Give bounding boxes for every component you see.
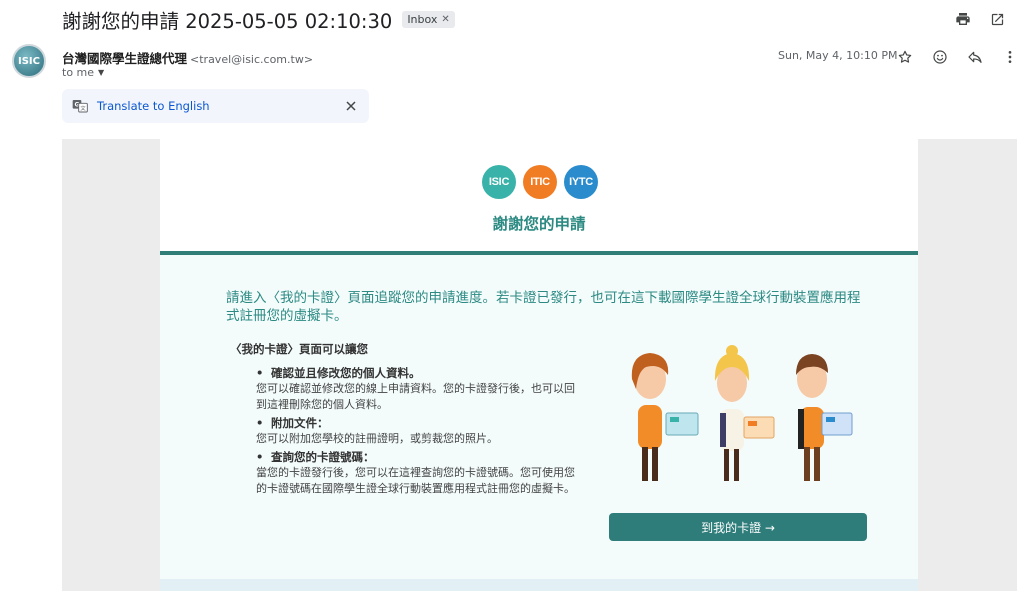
feature-list: 確認並且修改您的個人資料。 您可以確認並修改您的線上申請資料。您的卡證發行後，也… [256, 365, 578, 499]
email-body-frame: ISIC ITIC IYTC 謝謝您的申請 請進入〈我的卡證〉頁面追蹤您的申請進… [62, 139, 1017, 591]
sender-line: 台灣國際學生證總代理 <travel@isic.com.tw> [62, 48, 313, 67]
student-figure-middle [714, 345, 775, 481]
more-icon[interactable] [999, 46, 1021, 68]
inbox-label-chip[interactable]: Inbox ✕ [402, 10, 455, 28]
student-figure-left [631, 353, 699, 481]
subject-row: 謝謝您的申請 2025-05-05 02:10:30 Inbox ✕ [62, 6, 455, 33]
isic-logo: ISIC [482, 165, 516, 199]
list-item: 附加文件： 您可以附加您學校的註冊證明，或剪裁您的照片。 [256, 415, 578, 447]
email-title: 謝謝您的申請 [492, 215, 586, 233]
list-item: 確認並且修改您的個人資料。 您可以確認並修改您的線上申請資料。您的卡證發行後，也… [256, 365, 578, 413]
sender-email: <travel@isic.com.tw> [190, 53, 314, 66]
email-subject: 謝謝您的申請 2025-05-05 02:10:30 [62, 9, 393, 33]
message-actions [894, 46, 1021, 68]
reply-icon[interactable] [964, 46, 986, 68]
sub-heading: 〈我的卡證〉頁面可以讓您 [230, 342, 368, 356]
sender-name[interactable]: 台灣國際學生證總代理 [62, 51, 187, 66]
message-date: Sun, May 4, 10:10 PM [778, 49, 898, 62]
avatar-text: ISIC [18, 55, 40, 67]
my-cards-button[interactable]: 到我的卡證 → [609, 513, 867, 541]
close-icon[interactable]: ✕ [441, 14, 449, 25]
feature-title: 查詢您的卡證號碼： [256, 449, 578, 465]
print-icon[interactable] [952, 8, 974, 30]
recipient-label: to me [62, 66, 95, 79]
translate-link[interactable]: Translate to English [97, 99, 210, 113]
star-icon[interactable] [894, 46, 916, 68]
translate-icon: G 文 [72, 100, 88, 113]
student-figure-right [796, 354, 853, 481]
close-icon[interactable] [343, 98, 359, 114]
email-footer-strip [160, 579, 918, 591]
emoji-icon[interactable] [929, 46, 951, 68]
students-illustration [631, 345, 853, 481]
translate-bar: G 文 Translate to English [62, 89, 369, 123]
email-card: ISIC ITIC IYTC 謝謝您的申請 請進入〈我的卡證〉頁面追蹤您的申請進… [160, 139, 918, 591]
brand-logos: ISIC ITIC IYTC [482, 165, 598, 199]
feature-desc: 您可以確認並修改您的線上申請資料。您的卡證發行後，也可以回到這裡刪除您的個人資料… [256, 382, 575, 411]
feature-title: 附加文件： [256, 415, 578, 431]
list-item: 查詢您的卡證號碼： 當您的卡證發行後，您可以在這裡查詢您的卡證號碼。您可使用您的… [256, 449, 578, 497]
sender-avatar[interactable]: ISIC [12, 44, 46, 78]
label-name: Inbox [407, 12, 438, 26]
top-actions [952, 8, 1008, 30]
feature-title: 確認並且修改您的個人資料。 [256, 365, 578, 381]
email-content: 請進入〈我的卡證〉頁面追蹤您的申請進度。若卡證已發行，也可在這下載國際學生證全球… [160, 255, 918, 581]
feature-desc: 當您的卡證發行後，您可以在這裡查詢您的卡證號碼。您可使用您的卡證號碼在國際學生證… [256, 466, 575, 495]
feature-desc: 您可以附加您學校的註冊證明，或剪裁您的照片。 [256, 432, 498, 445]
iytc-logo: IYTC [564, 165, 598, 199]
intro-text: 請進入〈我的卡證〉頁面追蹤您的申請進度。若卡證已發行，也可在這下載國際學生證全球… [226, 290, 861, 324]
open-in-new-window-icon[interactable] [986, 8, 1008, 30]
recipient-details[interactable]: to me ▼ [62, 66, 104, 79]
itic-logo: ITIC [523, 165, 557, 199]
chevron-down-icon[interactable]: ▼ [98, 68, 104, 77]
